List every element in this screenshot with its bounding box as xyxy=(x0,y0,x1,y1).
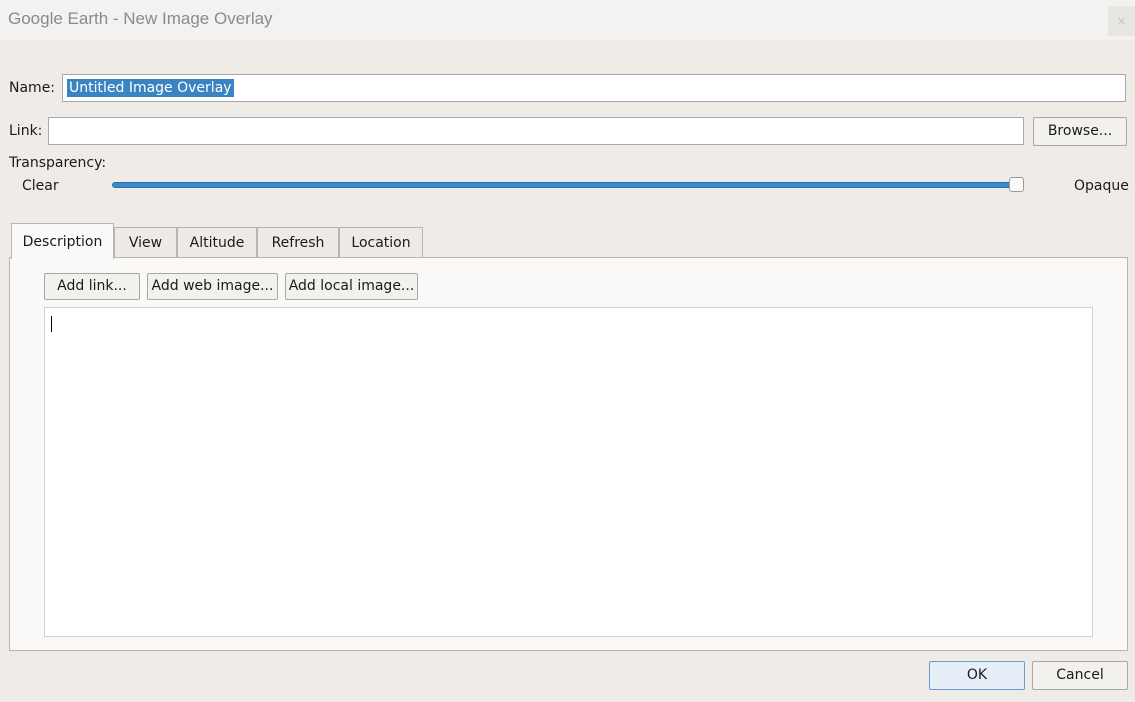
add-web-image-button[interactable]: Add web image... xyxy=(147,273,278,300)
tab-refresh[interactable]: Refresh xyxy=(257,227,339,258)
add-link-button[interactable]: Add link... xyxy=(44,273,140,300)
title-bar: Google Earth - New Image Overlay × xyxy=(0,0,1135,40)
tab-altitude[interactable]: Altitude xyxy=(177,227,257,258)
transparency-slider-thumb[interactable] xyxy=(1009,177,1024,192)
close-icon: × xyxy=(1116,14,1127,28)
cancel-button[interactable]: Cancel xyxy=(1032,661,1128,690)
window-title: Google Earth - New Image Overlay xyxy=(8,9,273,28)
browse-button[interactable]: Browse... xyxy=(1033,117,1127,146)
name-field[interactable]: Untitled Image Overlay xyxy=(62,74,1126,102)
clear-label: Clear xyxy=(22,178,59,194)
link-label: Link: xyxy=(9,123,43,139)
ok-button[interactable]: OK xyxy=(929,661,1025,690)
tab-description[interactable]: Description xyxy=(11,223,114,259)
transparency-label: Transparency: xyxy=(9,155,107,171)
name-label: Name: xyxy=(9,80,56,96)
transparency-slider-track[interactable] xyxy=(112,182,1020,188)
tab-view[interactable]: View xyxy=(114,227,177,258)
add-local-image-button[interactable]: Add local image... xyxy=(285,273,418,300)
tab-location[interactable]: Location xyxy=(339,227,423,258)
name-field-value: Untitled Image Overlay xyxy=(67,79,234,97)
opaque-label: Opaque xyxy=(1074,178,1129,194)
description-editor[interactable] xyxy=(44,307,1093,637)
close-button[interactable]: × xyxy=(1108,6,1135,36)
link-field[interactable] xyxy=(48,117,1024,145)
text-caret xyxy=(51,316,52,332)
